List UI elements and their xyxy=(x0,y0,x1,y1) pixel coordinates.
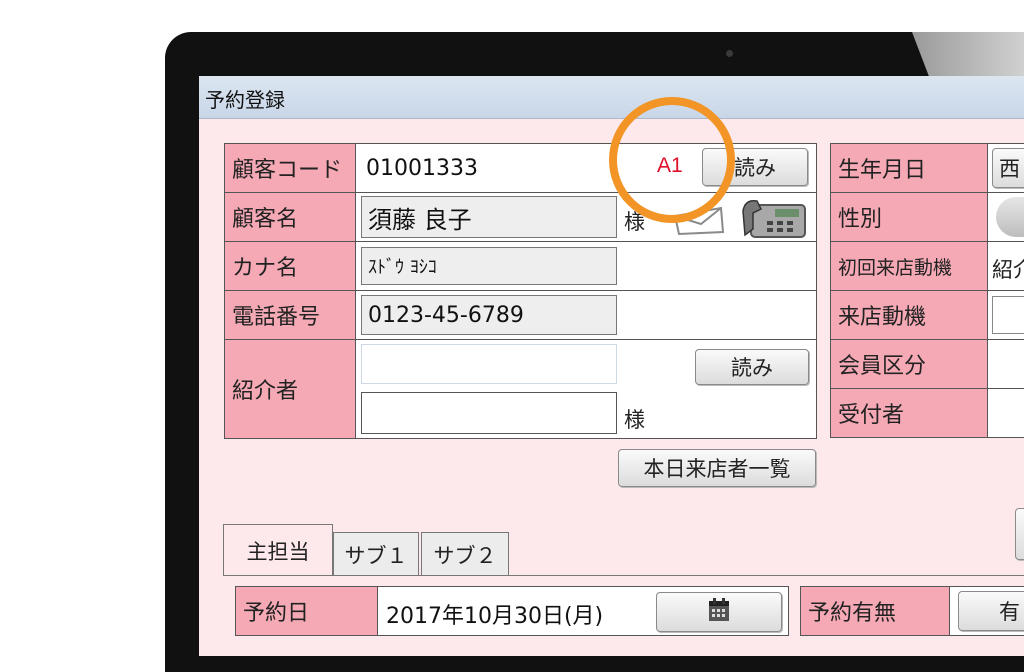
visit-motive-input[interactable] xyxy=(992,296,1024,334)
highlight-circle xyxy=(609,97,735,223)
kana-name-input[interactable]: ｽﾄﾞｳ ﾖｼｺ xyxy=(361,247,617,285)
reservation-date-label: 予約日 xyxy=(235,586,378,636)
tab-main-staff[interactable]: 主担当 xyxy=(223,524,333,576)
customer-code-input[interactable]: 01001333 xyxy=(360,149,610,187)
referrer-honorific: 様 xyxy=(624,408,645,432)
member-class-cell xyxy=(987,339,1024,389)
customer-code-label: 顧客コード xyxy=(224,143,356,193)
member-class-label: 会員区分 xyxy=(830,339,988,389)
receptionist-cell xyxy=(987,388,1024,438)
referrer-read-button[interactable]: 読み xyxy=(695,349,809,385)
kana-name-label: カナ名 xyxy=(224,241,356,291)
first-visit-motive-value: 紹介 xyxy=(992,258,1024,282)
calendar-icon xyxy=(706,597,732,628)
tab-sub-2[interactable]: サブ２ xyxy=(421,532,509,576)
phone-icon[interactable] xyxy=(741,197,807,243)
customer-name-input[interactable]: 須藤 良子 xyxy=(361,196,617,238)
gender-label: 性別 xyxy=(830,192,988,242)
birthday-era-select[interactable]: 西 xyxy=(992,148,1024,188)
receptionist-label: 受付者 xyxy=(830,388,988,438)
referrer-label: 紹介者 xyxy=(224,339,356,439)
visit-motive-label: 来店動機 xyxy=(830,290,988,340)
phone-number-input[interactable]: 0123-45-6789 xyxy=(361,295,617,335)
phone-number-label: 電話番号 xyxy=(224,290,356,340)
referrer-name-input[interactable] xyxy=(361,392,617,434)
tab-sub-1[interactable]: サブ１ xyxy=(333,532,419,576)
calendar-button[interactable] xyxy=(656,592,782,632)
side-button[interactable] xyxy=(1015,508,1024,560)
laptop-hinge xyxy=(912,32,1024,76)
reservation-exists-label: 予約有無 xyxy=(800,586,950,636)
birthday-label: 生年月日 xyxy=(830,143,988,193)
first-visit-motive-label: 初回来店動機 xyxy=(830,241,988,291)
referrer-code-input[interactable] xyxy=(361,344,617,384)
webcam xyxy=(726,50,733,57)
today-visitors-button[interactable]: 本日来店者一覧 xyxy=(618,449,816,487)
title-bar: 予約登録 xyxy=(199,76,1024,119)
window-title: 予約登録 xyxy=(205,88,285,112)
reservation-date-value[interactable]: 2017年10月30日(月) xyxy=(386,598,603,630)
customer-name-label: 顧客名 xyxy=(224,192,356,242)
reservation-exists-select[interactable]: 有 xyxy=(958,591,1024,631)
